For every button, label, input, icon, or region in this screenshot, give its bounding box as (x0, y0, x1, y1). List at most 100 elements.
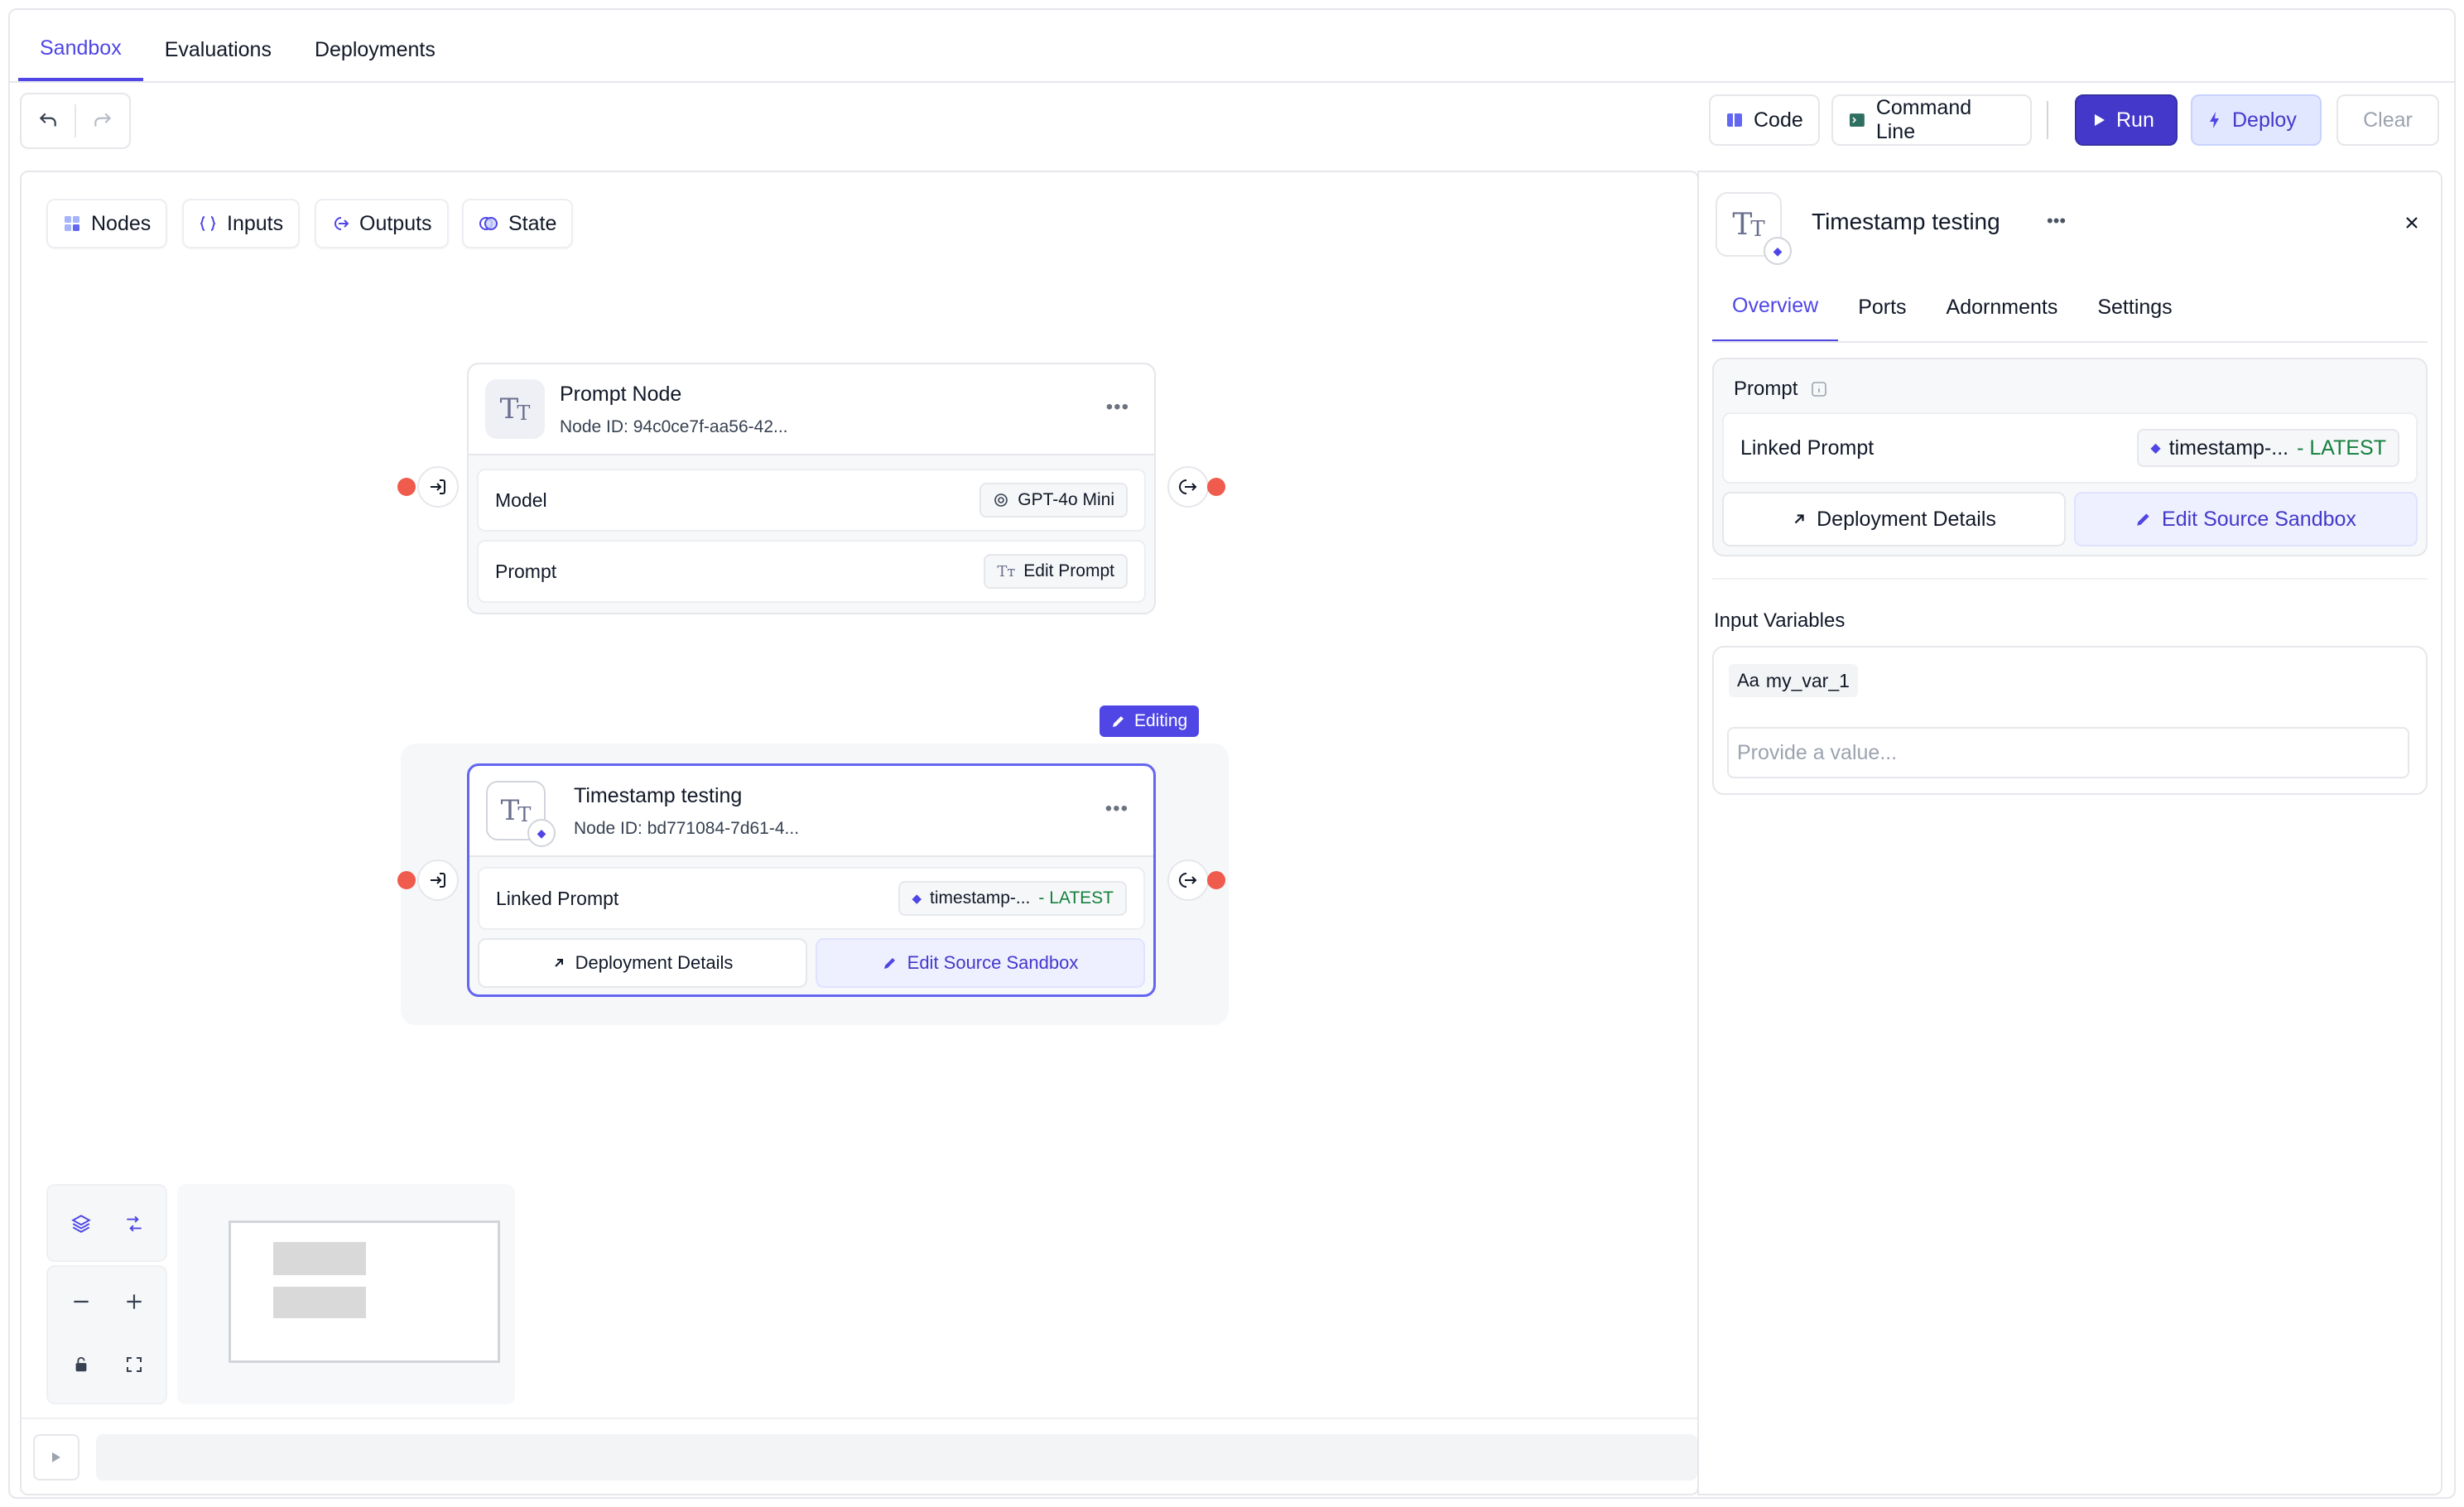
code-button[interactable]: Code (1709, 94, 1820, 146)
clear-button[interactable]: Clear (2336, 94, 2439, 146)
node-details-panel: TT ◆ Timestamp testing ••• Overview Port… (1697, 171, 2442, 1495)
tab-adornments[interactable]: Adornments (1927, 272, 2078, 343)
input-port-dot[interactable] (397, 478, 416, 496)
auto-layout-icon (127, 1216, 142, 1232)
linked-prompt-chip[interactable]: ◆ timestamp-... - LATEST (2137, 429, 2399, 467)
undo-button[interactable] (22, 94, 75, 147)
prompt-label: Prompt (495, 560, 557, 582)
tab-ports[interactable]: Ports (1838, 272, 1926, 343)
undo-icon (39, 113, 56, 127)
editing-label: Editing (1134, 711, 1188, 730)
panel-prompt-actions: Deployment Details Edit Source Sandbox (1722, 492, 2418, 546)
linked-prompt-icon: ◆ (912, 892, 922, 906)
lightning-icon (2210, 112, 2219, 128)
deployment-details-button[interactable]: Deployment Details (478, 938, 807, 988)
linked-prompt-chip[interactable]: ◆ timestamp-... - LATEST (898, 881, 1127, 916)
command-line-button[interactable]: Command Line (1831, 94, 2032, 146)
redo-button[interactable] (76, 94, 129, 147)
prompt-row: Prompt Tт Edit Prompt (477, 540, 1146, 603)
tab-sandbox[interactable]: Sandbox (18, 18, 143, 81)
command-line-label: Command Line (1875, 96, 1972, 143)
edit-source-sandbox-label: Edit Source Sandbox (907, 952, 1079, 973)
tab-deployments[interactable]: Deployments (293, 18, 457, 81)
exit-arrow-icon (1179, 873, 1197, 888)
arrow-up-right-icon (1794, 514, 1804, 524)
layers-button[interactable] (60, 1202, 103, 1245)
more-options-icon[interactable]: ••• (2047, 210, 2066, 232)
timestamp-node[interactable]: TT ◆ Timestamp testing Node ID: bd771084… (467, 763, 1156, 997)
code-icon (1727, 113, 1742, 127)
output-arrow-icon (334, 217, 349, 230)
deploy-label: Deploy (2232, 108, 2297, 132)
lock-button[interactable] (60, 1343, 103, 1386)
nodes-button[interactable]: Nodes (46, 199, 168, 248)
view-controls (46, 1184, 167, 1262)
prompt-node[interactable]: TT Prompt Node Node ID: 94c0ce7f-aa56-42… (467, 363, 1156, 614)
terminal-icon (1849, 113, 1865, 127)
tab-settings[interactable]: Settings (2077, 272, 2192, 343)
outputs-button[interactable]: Outputs (315, 199, 449, 248)
panel-tabs: Overview Ports Adornments Settings (1712, 272, 2192, 343)
enter-arrow-icon (431, 873, 445, 888)
redo-icon (94, 113, 112, 127)
deploy-button[interactable]: Deploy (2191, 94, 2322, 146)
panel-header: TT ◆ Timestamp testing ••• (1716, 189, 2428, 265)
run-button[interactable]: Run (2075, 94, 2178, 146)
tab-overview[interactable]: Overview (1712, 272, 1839, 343)
undo-redo-group (20, 93, 131, 149)
workflow-canvas[interactable]: Nodes Inputs Outputs State TT Prompt Nod… (20, 171, 1699, 1495)
node-id: Node ID: bd771084-7d61-4... (574, 819, 800, 838)
edit-prompt-button[interactable]: Tт Edit Prompt (984, 554, 1128, 589)
minimap[interactable] (177, 1184, 515, 1404)
variable-name: my_var_1 (1765, 669, 1850, 691)
info-icon[interactable] (1811, 381, 1827, 397)
run-input-bar[interactable] (96, 1434, 1697, 1481)
lock-icon (75, 1356, 87, 1372)
input-port-dot[interactable] (397, 871, 416, 889)
code-label: Code (1754, 108, 1803, 132)
play-button[interactable] (33, 1434, 79, 1481)
input-port[interactable] (417, 859, 459, 901)
enter-arrow-icon (431, 479, 445, 494)
panel-title: Timestamp testing (1812, 209, 2000, 234)
zoom-in-button[interactable] (113, 1280, 156, 1323)
clear-label: Clear (2363, 108, 2413, 132)
play-icon (2095, 114, 2105, 126)
more-options-icon[interactable]: ••• (1105, 797, 1129, 821)
latest-tag: - LATEST (2297, 436, 2386, 460)
nodes-label: Nodes (91, 211, 152, 235)
tab-evaluations[interactable]: Evaluations (143, 18, 293, 81)
top-tabs: Sandbox Evaluations Deployments (18, 18, 457, 81)
output-port-dot[interactable] (1207, 478, 1225, 496)
edit-source-sandbox-button[interactable]: Edit Source Sandbox (816, 938, 1145, 988)
inputs-button[interactable]: Inputs (182, 199, 301, 248)
auto-layout-button[interactable] (113, 1202, 156, 1245)
variable-value-input[interactable] (1727, 727, 2409, 778)
output-port[interactable] (1167, 859, 1209, 901)
close-button[interactable] (2398, 209, 2426, 237)
input-port[interactable] (417, 466, 459, 508)
linked-prompt-icon: ◆ (2150, 441, 2161, 455)
state-button[interactable]: State (462, 199, 574, 248)
bottom-run-bar (22, 1418, 1697, 1494)
more-options-icon[interactable]: ••• (1106, 396, 1129, 419)
node-title: Timestamp testing (574, 784, 743, 807)
deployment-details-label: Deployment Details (575, 952, 734, 973)
linked-prompt-value: timestamp-... (2168, 436, 2289, 460)
linked-prompt-value: timestamp-... (930, 888, 1031, 908)
zoom-out-button[interactable] (60, 1280, 103, 1323)
model-value: GPT-4o Mini (1018, 490, 1114, 509)
editing-badge: Editing (1100, 705, 1200, 737)
linked-prompt-label: Linked Prompt (1740, 436, 1874, 460)
edit-source-sandbox-button[interactable]: Edit Source Sandbox (2074, 492, 2418, 546)
output-port[interactable] (1167, 466, 1209, 508)
fit-view-button[interactable] (113, 1343, 156, 1386)
edit-source-sandbox-label: Edit Source Sandbox (2162, 507, 2356, 531)
model-chip[interactable]: GPT-4o Mini (979, 483, 1128, 518)
deployment-details-button[interactable]: Deployment Details (1722, 492, 2066, 546)
inputs-label: Inputs (227, 211, 284, 235)
braces-icon (200, 216, 216, 231)
output-port-dot[interactable] (1207, 871, 1225, 889)
node-id: Node ID: 94c0ce7f-aa56-42... (560, 417, 788, 436)
close-icon (2406, 217, 2418, 229)
